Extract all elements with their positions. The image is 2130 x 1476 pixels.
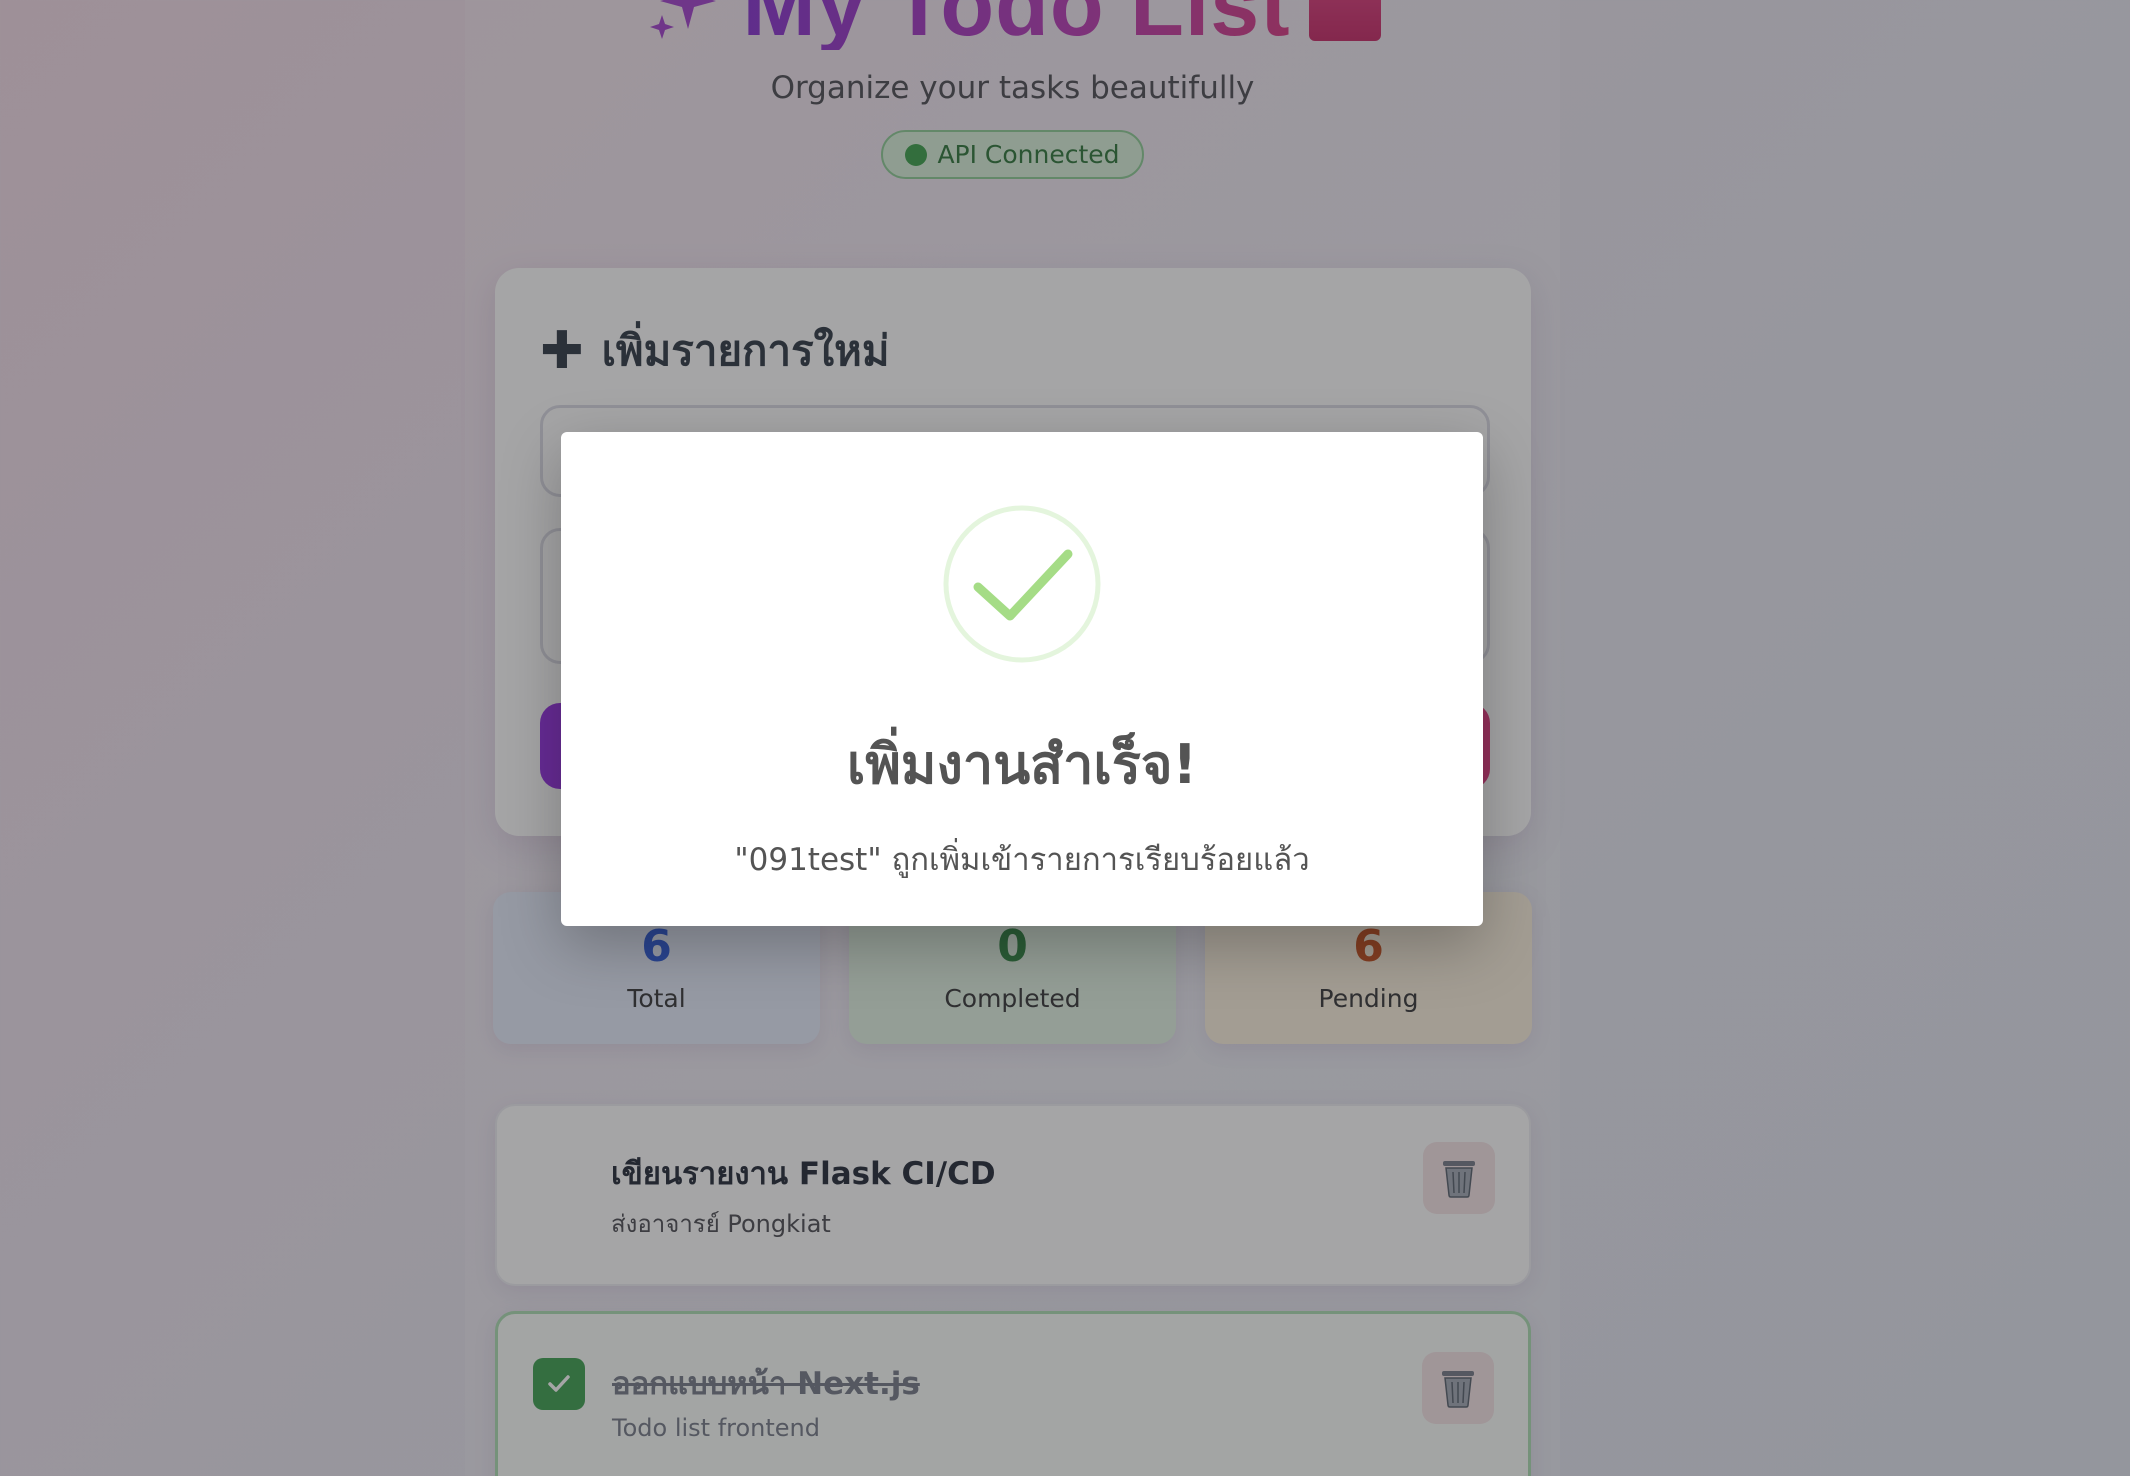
- dialog-title: เพิ่มงานสำเร็จ!: [846, 733, 1198, 796]
- success-dialog: เพิ่มงานสำเร็จ! "091test" ถูกเพิ่มเข้ารา…: [561, 432, 1483, 926]
- success-check-icon: [943, 505, 1101, 663]
- dialog-message: "091test" ถูกเพิ่มเข้ารายการเรียบร้อยแล้…: [734, 842, 1310, 878]
